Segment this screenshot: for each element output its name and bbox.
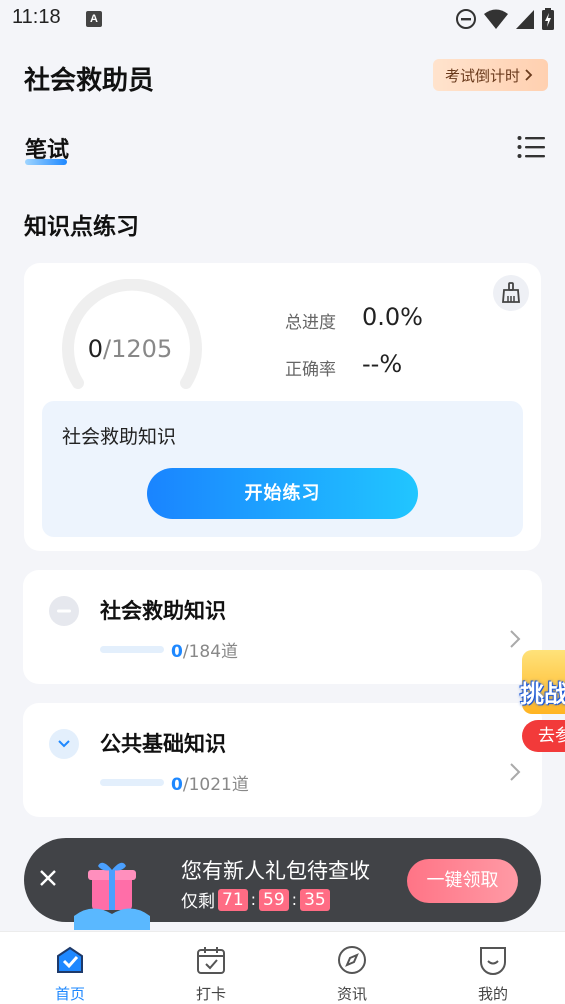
challenge-float-badge[interactable]: 挑战 去参 [518, 650, 565, 760]
exam-countdown-button[interactable]: 考试倒计时 [432, 59, 548, 91]
new-user-gift-banner: 您有新人礼包待查收 仅剩 71 : 59 : 35 一键领取 [24, 838, 541, 930]
status-bar: 11:18 A [0, 0, 565, 38]
collapse-toggle[interactable] [49, 596, 79, 626]
status-time: 11:18 [12, 6, 61, 28]
profile-icon [480, 947, 506, 975]
tab-written-exam[interactable]: 笔试 [25, 132, 69, 164]
nav-profile[interactable]: 我的 [443, 932, 543, 1004]
countdown-hours: 71 [218, 888, 248, 911]
signal-icon [516, 10, 534, 29]
do-not-disturb-icon [456, 9, 476, 29]
close-icon[interactable] [38, 868, 58, 888]
topic-title: 公共基础知识 [100, 732, 226, 756]
accuracy-label: 正确率 [285, 360, 336, 380]
nav-home[interactable]: 首页 [20, 932, 120, 1004]
page-title: 社会救助员 [24, 66, 155, 96]
countdown-seconds: 35 [300, 888, 330, 911]
chevron-right-icon [510, 630, 521, 648]
topic-title: 社会救助知识 [100, 599, 226, 623]
gauge-total: /1205 [103, 335, 173, 363]
exam-countdown-label: 考试倒计时 [444, 66, 520, 85]
promo-title: 您有新人礼包待查收 [181, 859, 370, 883]
nav-label: 首页 [54, 985, 85, 1003]
promo-countdown: 仅剩 71 : 59 : 35 [181, 887, 330, 912]
battery-icon [542, 8, 554, 30]
topic-card[interactable]: 社会救助知识 0/184道 [23, 570, 542, 684]
topic-progress-bar [100, 646, 164, 653]
topic-count: 0/184道 [171, 637, 238, 662]
overall-progress-value: 0.0% [362, 303, 423, 331]
chevron-down-icon [58, 740, 70, 748]
topic-done: 0 [171, 642, 183, 662]
expand-toggle[interactable] [49, 729, 79, 759]
remaining-label: 仅剩 [181, 892, 215, 912]
countdown-minutes: 59 [259, 888, 289, 911]
section-title: 知识点练习 [24, 214, 139, 240]
nav-label: 打卡 [195, 985, 226, 1003]
topic-progress-bar [100, 779, 164, 786]
minus-icon [57, 609, 71, 613]
calendar-check-icon [197, 947, 225, 974]
chevron-right-icon [525, 69, 533, 81]
nav-label: 资讯 [336, 985, 367, 1003]
accuracy-value: --% [362, 350, 403, 378]
reset-progress-button[interactable] [493, 275, 529, 311]
list-menu-icon[interactable] [517, 135, 545, 159]
notification-a-icon: A [86, 11, 102, 27]
start-practice-button[interactable]: 开始练习 [147, 468, 418, 519]
topic-card[interactable]: 公共基础知识 0/1021道 [23, 703, 542, 817]
current-topic-panel: 社会救助知识 开始练习 [42, 401, 523, 537]
challenge-join-button[interactable]: 去参 [522, 720, 565, 752]
topic-total: /184道 [182, 642, 239, 662]
home-icon [57, 946, 83, 973]
status-icons [455, 7, 555, 31]
topic-total: /1021道 [182, 775, 249, 795]
chevron-right-icon [510, 763, 521, 781]
topic-count: 0/1021道 [171, 770, 249, 795]
compass-icon [338, 946, 366, 974]
nav-label: 我的 [477, 985, 508, 1003]
wifi-icon [484, 9, 508, 29]
nav-checkin[interactable]: 打卡 [161, 932, 261, 1004]
bottom-nav: 首页 打卡 资讯 我的 [0, 931, 565, 1004]
progress-card: 0/1205 总进度 0.0% 正确率 --% 社会救助知识 开始练习 [24, 263, 541, 551]
gauge-done: 0 [87, 335, 104, 363]
challenge-text: 挑战 [520, 680, 565, 708]
current-topic-label: 社会救助知识 [62, 426, 177, 448]
nav-news[interactable]: 资讯 [302, 932, 402, 1004]
gauge-count: 0/1205 [60, 335, 200, 363]
broom-icon [502, 282, 520, 303]
overall-progress-label: 总进度 [285, 313, 336, 333]
gift-box-icon [74, 862, 150, 930]
topic-done: 0 [171, 775, 183, 795]
claim-gift-button[interactable]: 一键领取 [407, 859, 518, 903]
